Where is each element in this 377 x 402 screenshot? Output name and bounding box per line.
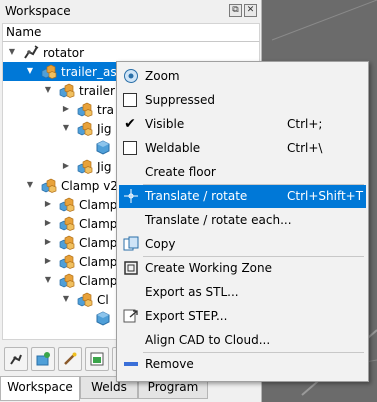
parts-group-icon	[59, 234, 75, 250]
close-icon[interactable]: ✕	[244, 4, 257, 17]
parts-group-icon	[77, 291, 93, 307]
context-menu: Zoom Suppressed ✔ Visible Ctrl+; Weldable Ctrl…	[116, 61, 369, 382]
collapse-arrow-icon[interactable]: ▼	[43, 275, 53, 285]
tree-row-label: Jig	[97, 159, 112, 174]
zoom-icon	[123, 68, 139, 84]
add-part-button[interactable]	[31, 347, 55, 371]
expand-arrow-icon[interactable]: ▶	[43, 218, 53, 228]
tree-row-label: Clamp	[79, 216, 118, 231]
robot-add-icon	[10, 354, 22, 365]
collapse-arrow-icon[interactable]: ▼	[7, 47, 17, 57]
menu-item-zoom[interactable]: Zoom	[119, 65, 366, 88]
menu-item-label: Align CAD to Cloud...	[145, 333, 271, 347]
wand-icon	[64, 352, 77, 365]
menu-item-label: Copy	[145, 237, 176, 251]
copy-icon	[123, 236, 139, 252]
menu-item-translate-rotate[interactable]: Translate / rotate Ctrl+Shift+T	[119, 185, 366, 208]
parts-group-icon	[59, 215, 75, 231]
menu-item-align-cad-to-cloud[interactable]: Align CAD to Cloud...	[119, 329, 366, 352]
menu-item-create-working-zone[interactable]: Create Working Zone	[119, 257, 366, 280]
move-icon	[123, 188, 139, 204]
menu-item-shortcut: Ctrl+\	[287, 141, 323, 155]
tree-row-label: Clamp	[79, 254, 118, 269]
tree-row-label: trailer	[79, 83, 115, 98]
menu-item-remove[interactable]: Remove	[119, 353, 366, 376]
export-step-icon	[123, 308, 139, 324]
checkbox-icon[interactable]	[123, 93, 137, 107]
menu-item-create-floor[interactable]: Create floor	[119, 161, 366, 184]
float-icon[interactable]: ⧉	[229, 4, 242, 17]
menu-item-label: Create Working Zone	[145, 261, 272, 275]
menu-item-label: Export as STL...	[145, 285, 239, 299]
cad-import-icon	[90, 352, 104, 366]
tree-row[interactable]: ▼ rotator	[3, 43, 259, 62]
parts-group-icon	[59, 82, 75, 98]
part-add-icon	[36, 352, 50, 366]
parts-group-icon	[77, 101, 93, 117]
expand-arrow-icon[interactable]: ▶	[43, 237, 53, 247]
menu-item-shortcut: Ctrl+;	[287, 117, 323, 131]
tree-row-label: Clamp	[79, 235, 118, 250]
add-robot-button[interactable]	[4, 347, 28, 371]
menu-item-weldable[interactable]: Weldable Ctrl+\	[119, 137, 366, 160]
parts-group-icon	[77, 158, 93, 174]
remove-icon	[123, 356, 139, 372]
panel-title: Workspace	[5, 4, 71, 18]
tree-row-label: Clamp	[79, 273, 118, 288]
tree-row-label: trailer_ass	[61, 64, 123, 79]
working-zone-icon	[123, 260, 139, 276]
menu-item-label: Suppressed	[145, 93, 216, 107]
menu-item-export-as-stl[interactable]: Export as STL...	[119, 281, 366, 304]
tree-row-label: rotator	[43, 45, 85, 60]
parts-group-icon	[77, 120, 93, 136]
menu-item-label: Translate / rotate	[145, 189, 248, 203]
cad-import-button[interactable]	[85, 347, 109, 371]
menu-item-suppressed[interactable]: Suppressed	[119, 89, 366, 112]
robot-arm-icon	[23, 44, 39, 60]
menu-item-label: Export STEP...	[145, 309, 228, 323]
collapse-arrow-icon[interactable]: ▼	[61, 294, 71, 304]
menu-item-visible[interactable]: ✔ Visible Ctrl+;	[119, 113, 366, 136]
parts-group-icon	[59, 253, 75, 269]
parts-group-icon	[59, 196, 75, 212]
parts-group-icon	[41, 63, 57, 79]
column-header[interactable]: Name	[2, 23, 260, 42]
expand-arrow-icon[interactable]: ▶	[43, 199, 53, 209]
menu-item-copy[interactable]: Copy	[119, 233, 366, 256]
tree-row-label: Clamp v2	[61, 178, 118, 193]
menu-item-label: Remove	[145, 357, 194, 371]
checkbox-icon[interactable]	[123, 141, 137, 155]
expand-arrow-icon[interactable]: ▶	[61, 161, 71, 171]
tree-row-label: Jig	[97, 121, 112, 136]
panel-titlebar: Workspace ⧉ ✕	[0, 0, 262, 22]
collapse-arrow-icon[interactable]: ▼	[25, 180, 35, 190]
collapse-arrow-icon[interactable]: ▼	[61, 123, 71, 133]
menu-item-label: Zoom	[145, 69, 180, 83]
wand-button[interactable]	[58, 347, 82, 371]
menu-item-label: Translate / rotate each...	[145, 213, 292, 227]
collapse-arrow-icon[interactable]: ▼	[25, 66, 35, 76]
tree-row-label: Cl	[97, 292, 109, 307]
menu-item-label: Visible	[145, 117, 185, 131]
menu-item-label: Create floor	[145, 165, 216, 179]
tab-workspace[interactable]: Workspace	[0, 377, 80, 401]
menu-item-label: Weldable	[145, 141, 201, 155]
menu-item-export-step[interactable]: Export STEP...	[119, 305, 366, 328]
parts-group-icon	[41, 177, 57, 193]
part-icon	[95, 310, 111, 326]
collapse-arrow-icon[interactable]: ▼	[43, 85, 53, 95]
tree-row-label: Clamp	[79, 197, 118, 212]
menu-item-translate-rotate-each[interactable]: Translate / rotate each...	[119, 209, 366, 232]
expand-arrow-icon[interactable]: ▶	[61, 104, 71, 114]
parts-group-icon	[59, 272, 75, 288]
expand-arrow-icon[interactable]: ▶	[43, 256, 53, 266]
part-icon	[95, 139, 111, 155]
tree-row-label: tra	[97, 102, 114, 117]
menu-item-shortcut: Ctrl+Shift+T	[287, 189, 364, 203]
checkmark-icon[interactable]: ✔	[123, 117, 137, 131]
